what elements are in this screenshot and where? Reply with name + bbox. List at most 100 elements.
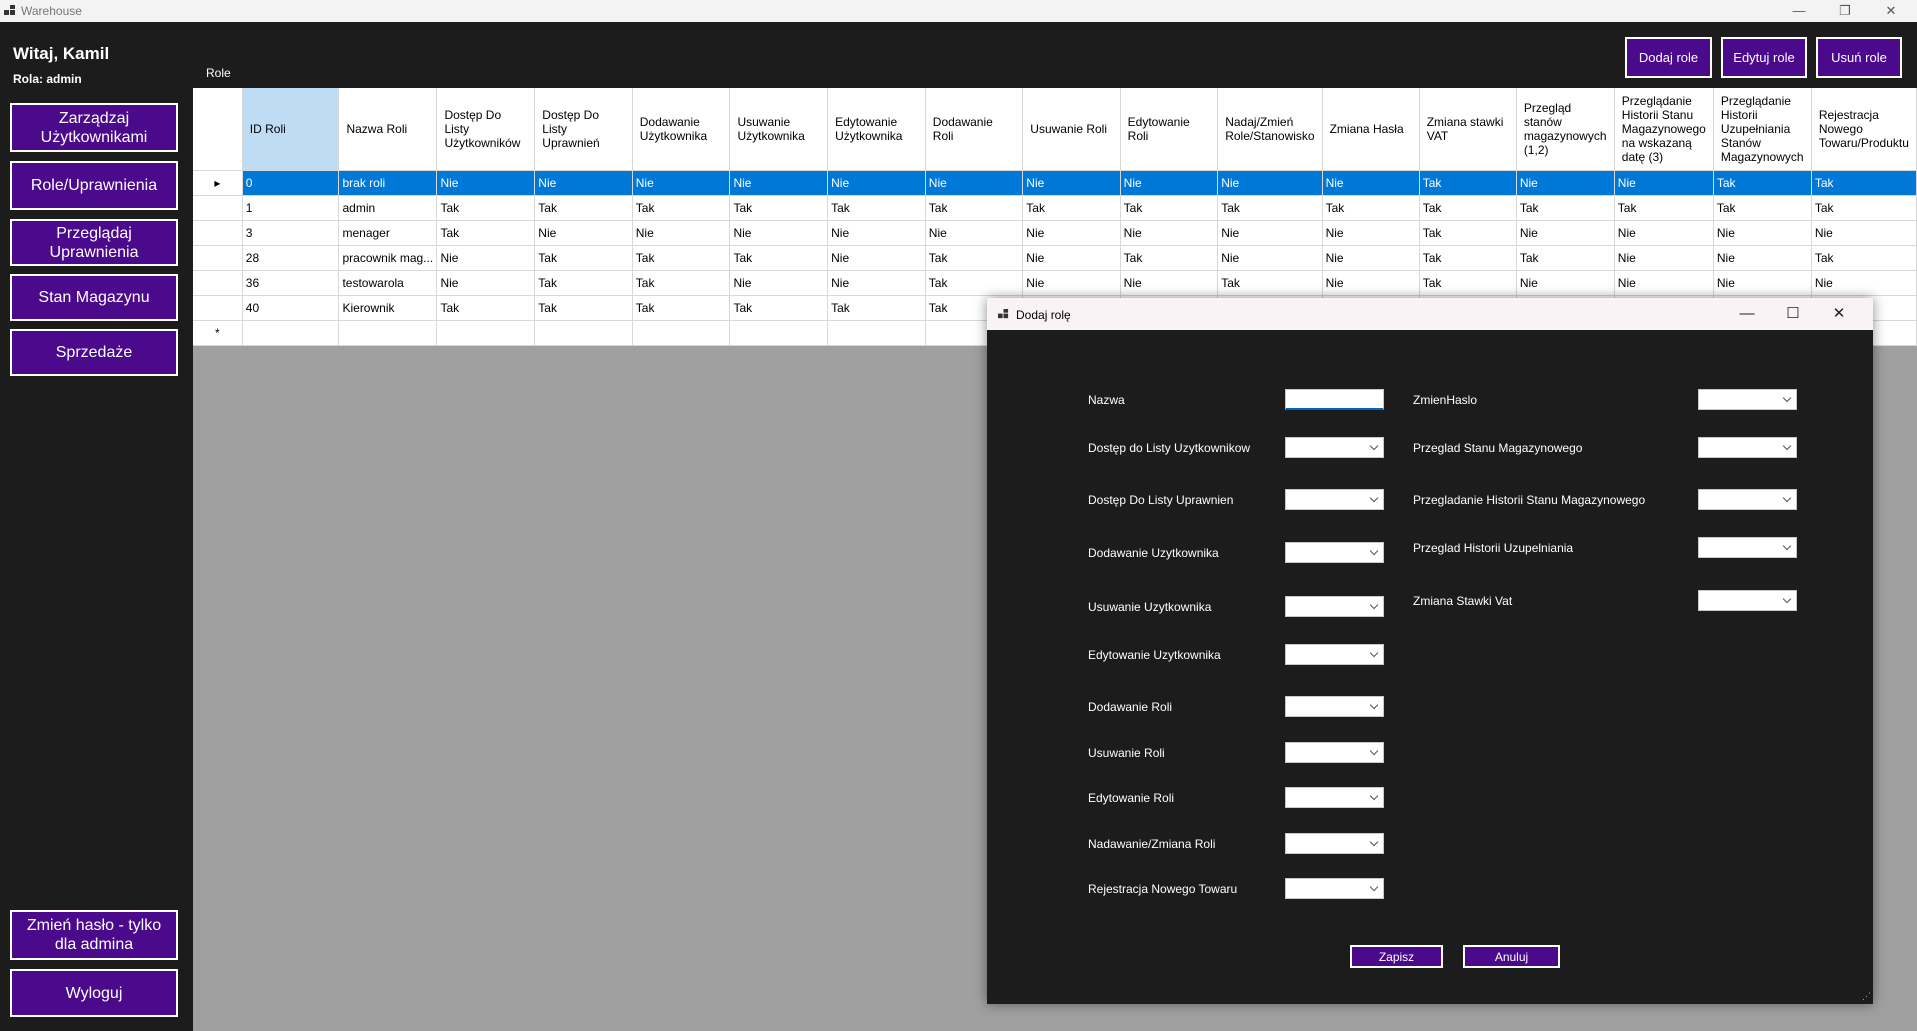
table-cell[interactable]: Tak	[827, 195, 926, 221]
table-row[interactable]: 36 testowarola Nie Tak Tak Nie Nie Tak Nie Nie Tak…	[193, 270, 1917, 296]
table-cell[interactable]: Nie	[827, 170, 926, 196]
table-cell[interactable]: Nie	[436, 245, 536, 271]
table-cell[interactable]: testowarola	[338, 270, 438, 296]
permission-dropdown[interactable]	[1698, 389, 1797, 410]
table-cell[interactable]: Nie	[1022, 245, 1121, 271]
table-cell[interactable]: Kierownik	[338, 295, 438, 321]
table-cell[interactable]: Tak	[1419, 270, 1517, 296]
table-cell[interactable]: Nie	[1217, 220, 1323, 246]
table-cell[interactable]: Nie	[534, 220, 633, 246]
table-cell[interactable]: Tak	[632, 195, 731, 221]
table-cell[interactable]	[436, 320, 536, 346]
table-cell[interactable]: Tak	[632, 295, 731, 321]
table-cell[interactable]: Nie	[1217, 245, 1323, 271]
table-cell[interactable]: Tak	[1811, 170, 1917, 196]
table-cell[interactable]: Tak	[1614, 195, 1714, 221]
table-cell[interactable]: Nie	[1322, 270, 1420, 296]
permission-dropdown[interactable]	[1698, 537, 1797, 558]
column-header[interactable]: Dostęp Do Listy Uprawnień	[534, 88, 633, 171]
delete-role-button[interactable]: Usuń role	[1816, 37, 1902, 78]
table-cell[interactable]: Nie	[729, 220, 829, 246]
table-cell[interactable]: Nie	[1811, 220, 1917, 246]
table-row[interactable]: 1 admin Tak Tak Tak Tak Tak Tak Tak Tak Tak Tak Tak T…	[193, 195, 1917, 221]
permission-dropdown[interactable]	[1285, 878, 1384, 899]
logout-button[interactable]: Wyloguj	[10, 969, 178, 1017]
row-header-corner[interactable]	[193, 88, 243, 171]
column-header[interactable]: Usuwanie Użytkownika	[729, 88, 829, 171]
column-header[interactable]: Nadaj/Zmień Role/Stanowisko	[1217, 88, 1323, 171]
row-header[interactable]	[193, 195, 243, 221]
permission-dropdown[interactable]	[1285, 644, 1384, 665]
table-row[interactable]: 28 pracownik mag... Nie Tak Tak Tak Nie Tak Nie T…	[193, 245, 1917, 271]
table-cell[interactable]: Tak	[1713, 195, 1812, 221]
table-cell[interactable]: Nie	[1713, 245, 1812, 271]
table-cell[interactable]: Nie	[1322, 245, 1420, 271]
permission-dropdown[interactable]	[1285, 596, 1384, 617]
edit-role-button[interactable]: Edytuj role	[1721, 37, 1807, 78]
table-cell[interactable]: Nie	[925, 220, 1024, 246]
browse-permissions-button[interactable]: Przeglądaj Uprawnienia	[10, 219, 178, 266]
row-header[interactable]	[193, 295, 243, 321]
table-cell[interactable]: Tak	[632, 270, 731, 296]
table-cell[interactable]: Nie	[1614, 220, 1714, 246]
table-cell[interactable]: 1	[242, 195, 340, 221]
table-cell[interactable]: Nie	[1022, 170, 1121, 196]
column-header[interactable]: Przegląd stanów magazynowych (1,2)	[1516, 88, 1615, 171]
cancel-button[interactable]: Anuluj	[1463, 945, 1560, 968]
table-cell[interactable]: Nie	[1516, 220, 1615, 246]
permission-dropdown[interactable]	[1285, 542, 1384, 563]
table-cell[interactable]: Tak	[1322, 195, 1420, 221]
table-cell[interactable]: Nie	[1713, 270, 1812, 296]
table-cell[interactable]: Nie	[436, 270, 536, 296]
table-cell[interactable]: Tak	[925, 270, 1024, 296]
table-cell[interactable]	[632, 320, 731, 346]
table-cell[interactable]: Nie	[1120, 220, 1219, 246]
permission-dropdown[interactable]	[1285, 489, 1384, 510]
table-cell[interactable]: Tak	[534, 295, 633, 321]
table-cell[interactable]: Nie	[827, 220, 926, 246]
column-header[interactable]: Nazwa Roli	[338, 88, 438, 171]
column-header[interactable]: Dodawanie Użytkownika	[632, 88, 731, 171]
table-cell[interactable]: Tak	[1419, 195, 1517, 221]
table-cell[interactable]: menager	[338, 220, 438, 246]
resize-grip-icon[interactable]: ⋰	[1862, 991, 1871, 1002]
table-cell[interactable]: Nie	[1120, 270, 1219, 296]
table-cell[interactable]: Tak	[1217, 270, 1323, 296]
table-cell[interactable]: Tak	[436, 220, 536, 246]
column-header[interactable]: Usuwanie Roli	[1022, 88, 1121, 171]
row-header[interactable]	[193, 245, 243, 271]
table-cell[interactable]	[534, 320, 633, 346]
table-cell[interactable]: Nie	[827, 270, 926, 296]
table-cell[interactable]: Tak	[436, 295, 536, 321]
restore-button[interactable]: ❐	[1822, 0, 1868, 22]
table-cell[interactable]: Tak	[1120, 245, 1219, 271]
table-cell[interactable]: Nie	[632, 220, 731, 246]
roles-permissions-button[interactable]: Role/Uprawnienia	[10, 161, 178, 210]
table-cell[interactable]: 40	[242, 295, 340, 321]
dialog-minimize-button[interactable]: —	[1724, 298, 1770, 330]
table-cell[interactable]: Nie	[729, 170, 829, 196]
name-input[interactable]	[1285, 389, 1384, 410]
table-cell[interactable]	[827, 320, 926, 346]
table-cell[interactable]: 3	[242, 220, 340, 246]
table-cell[interactable]: Tak	[1811, 195, 1917, 221]
table-row[interactable]: 3 menager Tak Nie Nie Nie Nie Nie Nie Nie Nie Nie Ta…	[193, 220, 1917, 246]
warehouse-stock-button[interactable]: Stan Magazynu	[10, 274, 178, 321]
row-header[interactable]	[193, 270, 243, 296]
table-cell[interactable]: 36	[242, 270, 340, 296]
table-cell[interactable]: Tak	[632, 245, 731, 271]
permission-dropdown[interactable]	[1698, 489, 1797, 510]
column-header[interactable]: Edytowanie Użytkownika	[827, 88, 926, 171]
current-row-indicator-icon[interactable]: ▸	[193, 170, 243, 196]
table-cell[interactable]: Nie	[1322, 220, 1420, 246]
sales-button[interactable]: Sprzedaże	[10, 329, 178, 376]
add-role-button[interactable]: Dodaj role	[1625, 37, 1712, 78]
dialog-maximize-button[interactable]: ☐	[1770, 298, 1816, 330]
table-cell[interactable]: Nie	[1713, 220, 1812, 246]
table-cell[interactable]: Tak	[1713, 170, 1812, 196]
permission-dropdown[interactable]	[1285, 787, 1384, 808]
table-cell[interactable]: Nie	[1516, 270, 1615, 296]
column-header[interactable]: ID Roli	[242, 88, 340, 171]
table-cell[interactable]: Nie	[729, 270, 829, 296]
table-cell[interactable]: Tak	[925, 245, 1024, 271]
